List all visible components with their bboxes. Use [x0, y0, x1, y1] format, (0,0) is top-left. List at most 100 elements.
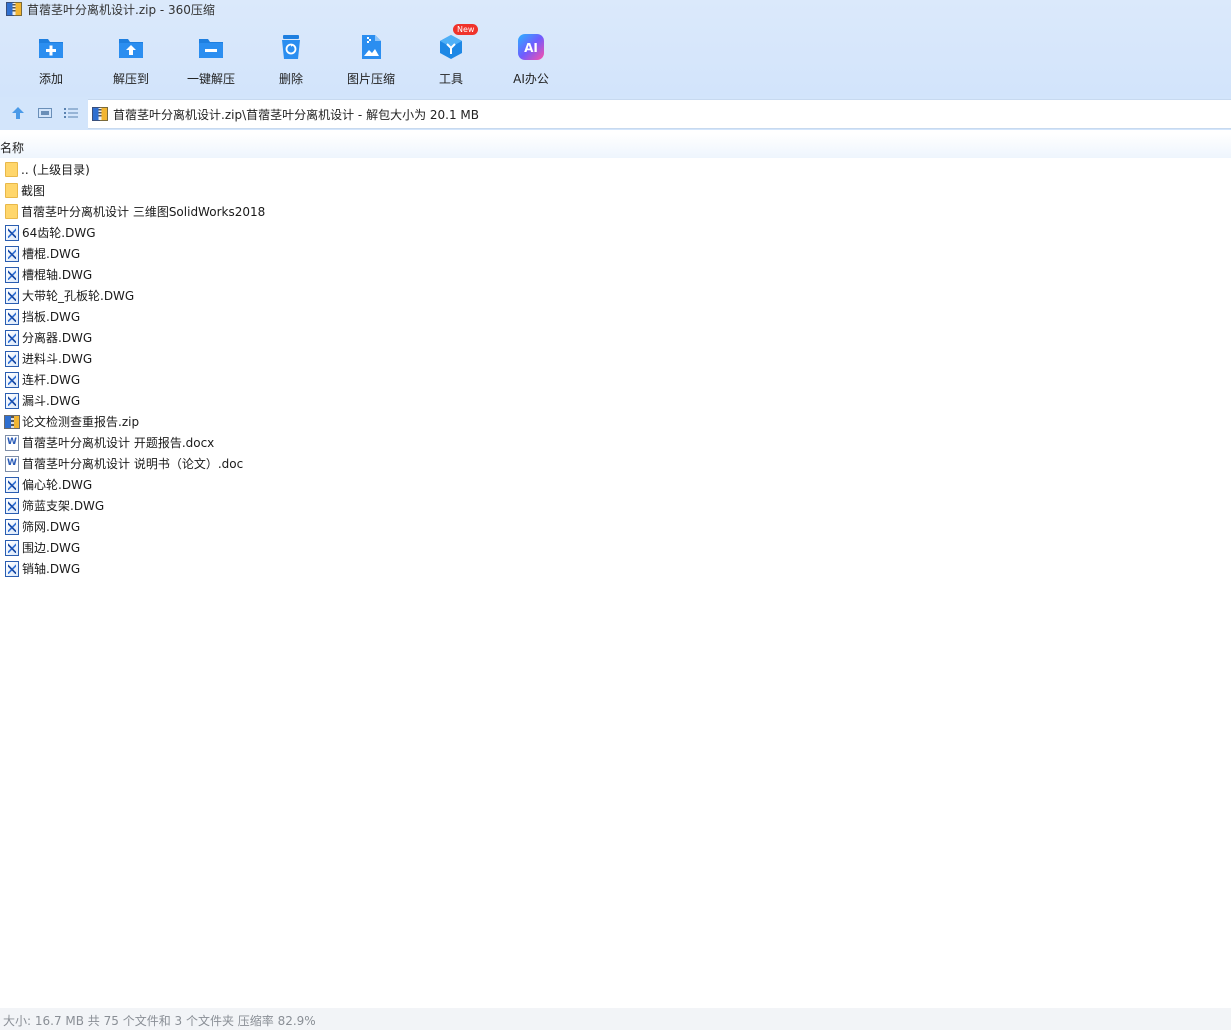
file-row[interactable]: 槽棍.DWG	[0, 243, 1231, 264]
thumbnail-view-icon[interactable]	[37, 105, 53, 121]
dwg-file-icon	[5, 497, 19, 514]
file-name: 大带轮_孔板轮.DWG	[22, 289, 135, 303]
file-name: 连杆.DWG	[22, 373, 81, 387]
word-document-icon	[5, 434, 19, 451]
ai-office-icon: AI	[517, 33, 545, 61]
address-path: 苜蓿茎叶分离机设计.zip\苜蓿茎叶分离机设计 - 解包大小为 20.1 MB	[113, 107, 480, 122]
file-name: 截图	[21, 184, 46, 198]
file-row[interactable]: 槽棍轴.DWG	[0, 264, 1231, 285]
file-row[interactable]: .. (上级目录)	[0, 159, 1231, 180]
dwg-file-icon	[5, 371, 19, 388]
file-name: 论文检测查重报告.zip	[22, 415, 140, 429]
zip-file-icon	[4, 414, 20, 429]
delete-button-label: 删除	[278, 72, 303, 86]
file-name: 挡板.DWG	[22, 310, 81, 324]
dwg-file-icon	[5, 266, 19, 283]
delete-button[interactable]: 删除	[251, 28, 331, 88]
zip-archive-icon	[92, 107, 108, 121]
file-row[interactable]: 筛网.DWG	[0, 516, 1231, 537]
one-click-extract-button[interactable]: 一键解压	[171, 28, 251, 88]
file-row[interactable]: 64齿轮.DWG	[0, 222, 1231, 243]
file-name: 苜蓿茎叶分离机设计 开题报告.docx	[22, 436, 215, 450]
extract-to-button-label: 解压到	[112, 72, 149, 86]
extract-to-icon	[117, 33, 145, 61]
folder-icon	[5, 204, 18, 219]
file-row[interactable]: 围边.DWG	[0, 537, 1231, 558]
dwg-file-icon	[5, 245, 19, 262]
status-text: 大小: 16.7 MB 共 75 个文件和 3 个文件夹 压缩率 82.9%	[3, 1014, 316, 1028]
dwg-file-icon	[5, 392, 19, 409]
file-row[interactable]: 偏心轮.DWG	[0, 474, 1231, 495]
new-badge: New	[453, 24, 479, 35]
window-title: 苜蓿茎叶分离机设计.zip - 360压缩	[27, 2, 215, 17]
navigation-row: 苜蓿茎叶分离机设计.zip\苜蓿茎叶分离机设计 - 解包大小为 20.1 MB	[0, 97, 1231, 130]
zip-archive-icon	[6, 2, 22, 16]
add-button[interactable]: 添加	[11, 28, 91, 88]
column-header: 名称	[0, 134, 1231, 158]
file-row[interactable]: 分离器.DWG	[0, 327, 1231, 348]
file-row[interactable]: 漏斗.DWG	[0, 390, 1231, 411]
folder-icon	[5, 162, 18, 177]
tools-cube-icon	[437, 33, 465, 61]
file-row[interactable]: 苜蓿茎叶分离机设计 开题报告.docx	[0, 432, 1231, 453]
file-row[interactable]: 销轴.DWG	[0, 558, 1231, 579]
file-row[interactable]: 论文检测查重报告.zip	[0, 411, 1231, 432]
add-folder-icon	[37, 33, 65, 61]
dwg-file-icon	[5, 287, 19, 304]
file-row[interactable]: 连杆.DWG	[0, 369, 1231, 390]
dwg-file-icon	[5, 518, 19, 535]
tools-button[interactable]: New 工具	[411, 24, 491, 88]
file-name: 分离器.DWG	[22, 331, 93, 345]
file-row[interactable]: 挡板.DWG	[0, 306, 1231, 327]
file-name: 筛蓝支架.DWG	[22, 499, 105, 513]
file-name: .. (上级目录)	[21, 163, 90, 177]
up-arrow-icon[interactable]	[10, 105, 26, 121]
file-row[interactable]: 苜蓿茎叶分离机设计 说明书（论文）.doc	[0, 453, 1231, 474]
delete-trash-icon	[277, 33, 305, 61]
window-chrome: 苜蓿茎叶分离机设计.zip - 360压缩 添加 解压到 一键解压 删除 图片压…	[0, 0, 1231, 97]
ai-office-button-label: AI办公	[513, 72, 549, 86]
one-click-extract-button-label: 一键解压	[186, 72, 235, 86]
file-name: 苜蓿茎叶分离机设计 三维图SolidWorks2018	[21, 205, 266, 219]
file-name: 销轴.DWG	[22, 562, 81, 576]
one-click-extract-icon	[197, 33, 225, 61]
file-name: 槽棍.DWG	[22, 247, 81, 261]
address-bar[interactable]: 苜蓿茎叶分离机设计.zip\苜蓿茎叶分离机设计 - 解包大小为 20.1 MB	[88, 99, 1231, 129]
image-compress-button-label: 图片压缩	[346, 72, 395, 86]
file-row[interactable]: 大带轮_孔板轮.DWG	[0, 285, 1231, 306]
add-button-label: 添加	[38, 72, 63, 86]
file-name: 筛网.DWG	[22, 520, 81, 534]
file-list: .. (上级目录) 截图苜蓿茎叶分离机设计 三维图SolidWorks2018 64…	[0, 159, 1231, 579]
image-compress-button[interactable]: 图片压缩	[331, 28, 411, 88]
file-name: 偏心轮.DWG	[22, 478, 93, 492]
extract-to-button[interactable]: 解压到	[91, 28, 171, 88]
dwg-file-icon	[5, 476, 19, 493]
dwg-file-icon	[5, 539, 19, 556]
title-bar: 苜蓿茎叶分离机设计.zip - 360压缩	[0, 0, 1231, 18]
file-name: 围边.DWG	[22, 541, 81, 555]
folder-icon	[5, 183, 18, 198]
file-name: 槽棍轴.DWG	[22, 268, 93, 282]
dwg-file-icon	[5, 308, 19, 325]
file-name: 64齿轮.DWG	[22, 226, 96, 240]
file-name: 漏斗.DWG	[22, 394, 81, 408]
file-name: 进料斗.DWG	[22, 352, 93, 366]
status-bar: 大小: 16.7 MB 共 75 个文件和 3 个文件夹 压缩率 82.9%	[0, 1008, 1231, 1030]
dwg-file-icon	[5, 350, 19, 367]
file-row[interactable]: 截图	[0, 180, 1231, 201]
word-document-icon	[5, 455, 19, 472]
dwg-file-icon	[5, 560, 19, 577]
file-row[interactable]: 筛蓝支架.DWG	[0, 495, 1231, 516]
tools-button-label: 工具	[438, 72, 463, 86]
app-window: 苜蓿茎叶分离机设计.zip - 360压缩 添加 解压到 一键解压 删除 图片压…	[0, 0, 1231, 1030]
file-row[interactable]: 进料斗.DWG	[0, 348, 1231, 369]
list-view-icon[interactable]	[63, 105, 79, 121]
dwg-file-icon	[5, 329, 19, 346]
dwg-file-icon	[5, 224, 19, 241]
svg-text:AI: AI	[524, 41, 538, 55]
image-compress-icon	[357, 33, 385, 61]
file-row[interactable]: 苜蓿茎叶分离机设计 三维图SolidWorks2018	[0, 201, 1231, 222]
column-name-header[interactable]: 名称	[0, 139, 24, 156]
file-name: 苜蓿茎叶分离机设计 说明书（论文）.doc	[22, 457, 244, 471]
ai-office-button[interactable]: AI AI办公	[491, 28, 571, 88]
